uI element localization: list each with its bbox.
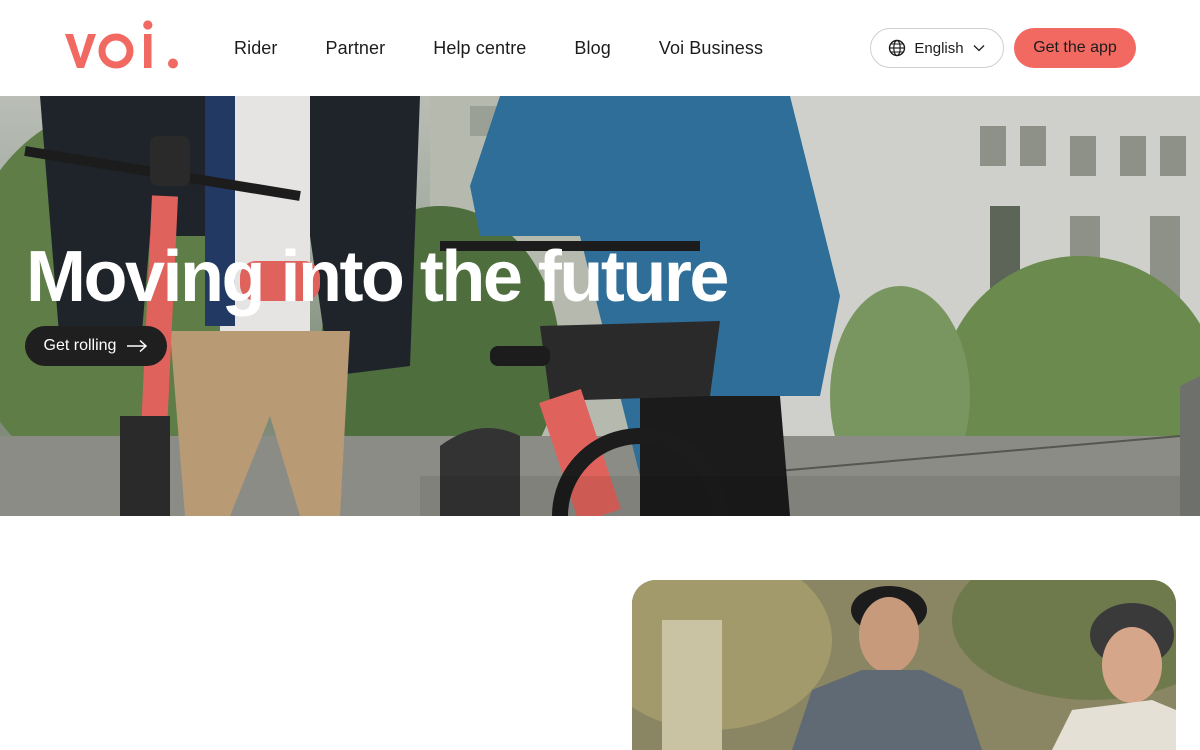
main-nav: Rider Partner Help centre Blog Voi Busin… bbox=[234, 0, 763, 96]
nav-item-blog[interactable]: Blog bbox=[574, 38, 610, 59]
arrow-right-icon bbox=[127, 339, 148, 353]
get-the-app-button[interactable]: Get the app bbox=[1014, 28, 1136, 68]
voi-logo[interactable] bbox=[64, 18, 180, 74]
hero-section: Moving into the future Get rolling bbox=[0, 96, 1200, 516]
nav-item-help-centre[interactable]: Help centre bbox=[433, 38, 526, 59]
globe-icon bbox=[889, 39, 906, 57]
riders-image bbox=[632, 580, 1176, 750]
nav-item-partner[interactable]: Partner bbox=[326, 38, 386, 59]
nav-item-voi-business[interactable]: Voi Business bbox=[659, 38, 763, 59]
get-rolling-label: Get rolling bbox=[43, 337, 117, 354]
chevron-down-icon bbox=[973, 45, 985, 52]
hero-title: Moving into the future bbox=[26, 237, 729, 317]
site-header: Rider Partner Help centre Blog Voi Busin… bbox=[0, 0, 1200, 96]
language-label: English bbox=[914, 39, 964, 57]
language-selector[interactable]: English bbox=[870, 28, 1004, 68]
nav-item-rider[interactable]: Rider bbox=[234, 38, 278, 59]
get-rolling-button[interactable]: Get rolling bbox=[25, 326, 167, 366]
